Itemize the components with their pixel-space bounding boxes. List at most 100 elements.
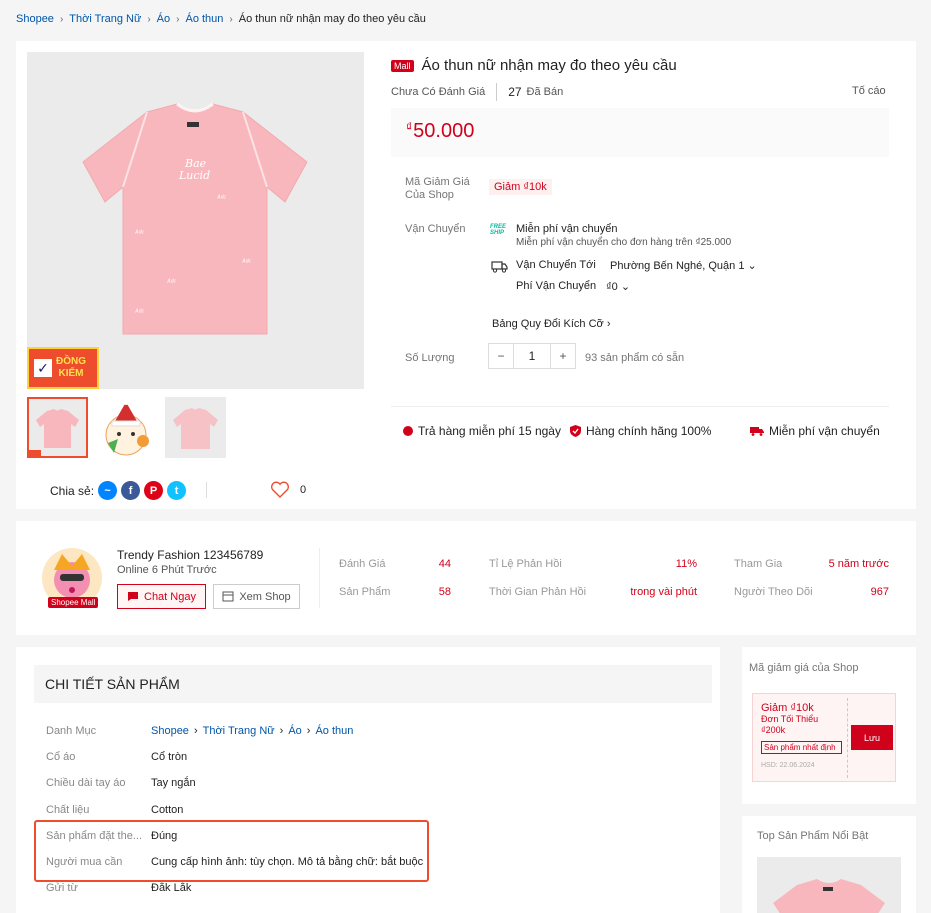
like-count: 0: [300, 484, 307, 496]
truck-icon: [750, 427, 764, 436]
thumbnail-3[interactable]: [165, 397, 226, 458]
store-icon: [222, 591, 234, 602]
product-main-image[interactable]: Bae Lucid ᴬᵈᶜ ᴬᵈᶜ ᴬᵈᶜ ᴬᵈᶜ ᴬᵈᶜ: [27, 52, 364, 389]
ship-to-label: Vận Chuyển Tới: [516, 259, 596, 271]
thumbnail-2[interactable]: [96, 397, 157, 458]
view-shop-label: Xem Shop: [239, 590, 291, 603]
thumbnail-1[interactable]: [27, 397, 88, 458]
chevron-right-icon: ›: [147, 13, 151, 25]
breadcrumb-tops[interactable]: Áo: [157, 13, 170, 25]
voucher-chip[interactable]: Giảm ₫10k: [489, 179, 552, 195]
voucher-min-order: Đơn Tối Thiểu ₫200k: [761, 714, 818, 736]
twitter-icon[interactable]: t: [167, 481, 187, 500]
stock-count: 93 sản phẩm có sẵn: [585, 352, 685, 364]
quantity-label: Số Lượng: [405, 352, 455, 364]
rating-row: Chưa Có Đánh Giá 27 Đã Bán: [391, 83, 563, 101]
shop-voucher-card: Mã giảm giá của Shop Giảm ₫10k Đơn Tối T…: [742, 647, 916, 804]
category-womens-fashion[interactable]: Thời Trang Nữ: [203, 725, 275, 737]
stat-products-value[interactable]: 58: [411, 586, 451, 598]
top-products-title: Top Sản Phẩm Nổi Bật: [757, 830, 869, 842]
category-shopee[interactable]: Shopee: [151, 725, 189, 737]
freeship-icon-line2: SHIP: [490, 230, 505, 236]
category-tshirts[interactable]: Áo thun: [315, 725, 353, 737]
chevron-down-icon: ⌄: [620, 281, 631, 293]
verified-badge: ✓ ĐỒNG KIỂM: [27, 347, 99, 389]
shield-icon: [570, 425, 581, 437]
quantity-input[interactable]: 1: [513, 344, 551, 368]
shopee-mall-badge: Shopee Mall: [48, 597, 99, 608]
shipping-label: Vận Chuyển: [405, 223, 466, 235]
price-value: 50.000: [413, 120, 475, 142]
guarantee-authentic: Hàng chính hãng 100%: [570, 424, 711, 438]
save-voucher-button[interactable]: Lưu: [851, 725, 893, 750]
breadcrumb-current: Áo thun nữ nhận may đo theo yêu cầu: [238, 13, 426, 25]
rating-divider: [496, 83, 498, 101]
category-label: Danh Mục: [46, 725, 97, 737]
ship-to-dropdown[interactable]: Phường Bến Nghé, Quận 1 ⌄: [610, 259, 757, 272]
rating-text[interactable]: Chưa Có Đánh Giá: [391, 86, 485, 98]
quantity-increment-button[interactable]: +: [551, 344, 575, 368]
svg-text:ᴬᵈᶜ: ᴬᵈᶜ: [217, 194, 226, 202]
voucher-min-label: Đơn Tối Thiểu: [761, 714, 819, 724]
return-icon: [403, 426, 413, 436]
detail-label-collar: Cổ áo: [46, 751, 76, 763]
size-guide-link[interactable]: Bảng Quy Đổi Kích Cỡ ›: [492, 318, 611, 330]
detail-value-collar: Cổ tròn: [151, 751, 188, 763]
messenger-icon[interactable]: ~: [98, 481, 118, 500]
price: ₫50.000: [406, 120, 474, 143]
shop-voucher-title: Mã giảm giá của Shop: [749, 662, 859, 674]
stat-ratings-label: Đánh Giá: [339, 558, 386, 570]
svg-text:ᴬᵈᶜ: ᴬᵈᶜ: [135, 229, 144, 237]
category-tops[interactable]: Áo: [288, 725, 301, 737]
currency-symbol: ₫: [406, 120, 413, 134]
shop-name: Trendy Fashion 123456789: [117, 548, 264, 562]
detail-label-ships-from: Gửi từ: [46, 882, 78, 894]
chat-now-label: Chat Ngay: [144, 590, 196, 603]
chevron-right-icon: ›: [176, 13, 180, 25]
stat-response-rate-value: 11%: [675, 558, 697, 570]
voucher-amount: Giảm ₫10k: [761, 702, 814, 714]
chevron-down-icon: ⌄: [747, 260, 757, 272]
truck-icon: [491, 261, 508, 273]
ship-fee-dropdown[interactable]: ₫0 ⌄: [606, 280, 630, 293]
product-card: Bae Lucid ᴬᵈᶜ ᴬᵈᶜ ᴬᵈᶜ ᴬᵈᶜ ᴬᵈᶜ ✓ ĐỒNG KIỂ…: [16, 41, 916, 509]
top-products-card: Top Sản Phẩm Nổi Bật: [742, 816, 916, 913]
category-breadcrumb: Shopee › Thời Trang Nữ › Áo › Áo thun: [151, 725, 353, 737]
breadcrumb-tshirts[interactable]: Áo thun: [185, 13, 223, 25]
like-button[interactable]: 0: [270, 481, 306, 499]
detail-label-sleeve: Chiều dài tay áo: [46, 777, 126, 789]
svg-text:ᴬᵈᶜ: ᴬᵈᶜ: [167, 278, 176, 286]
svg-text:ᴬᵈᶜ: ᴬᵈᶜ: [242, 258, 251, 266]
shop-divider: [319, 548, 320, 608]
guarantee-freeship: Miễn phí vận chuyển: [750, 424, 880, 438]
freeship-subtitle: Miễn phí vận chuyển cho đơn hàng trên ₫2…: [516, 237, 732, 248]
stat-ratings-value: 44: [438, 558, 451, 570]
heart-icon[interactable]: [270, 481, 290, 499]
pinterest-icon[interactable]: P: [144, 481, 164, 500]
report-link[interactable]: Tố cáo: [852, 85, 886, 97]
chevron-right-icon: ›: [229, 13, 233, 25]
stat-response-time-label: Thời Gian Phản Hồi: [489, 586, 587, 598]
top-product-image[interactable]: [757, 857, 901, 913]
highlight-box: [34, 820, 429, 882]
verified-badge-line1: ĐỒNG: [56, 356, 86, 367]
quantity-decrement-button[interactable]: −: [489, 344, 513, 368]
voucher-expiry: HSD: 22.06.2024: [761, 762, 815, 769]
chevron-right-icon: ›: [306, 725, 311, 737]
stat-followers-value: 967: [870, 586, 889, 598]
guarantee-divider: [391, 406, 889, 407]
price-box: ₫50.000: [391, 108, 889, 157]
stat-response-rate-label: Tỉ Lệ Phản Hồi: [489, 558, 562, 570]
breadcrumb-shopee[interactable]: Shopee: [16, 13, 54, 25]
voucher-ticket: Giảm ₫10k Đơn Tối Thiểu ₫200k Sản phẩm n…: [752, 693, 896, 782]
facebook-icon[interactable]: f: [121, 481, 141, 500]
ship-to-value: Phường Bến Nghé, Quận 1: [610, 260, 745, 272]
stat-joined-label: Tham Gia: [734, 558, 783, 570]
chat-now-button[interactable]: Chat Ngay: [117, 584, 206, 609]
svg-text:ᴬᵈᶜ: ᴬᵈᶜ: [135, 308, 144, 316]
guarantee-freeship-label: Miễn phí vận chuyển: [769, 424, 880, 438]
sold-count: 27: [508, 85, 522, 99]
share-bar: Chia sẻ: ~ f P t: [50, 481, 187, 500]
breadcrumb-womens-fashion[interactable]: Thời Trang Nữ: [69, 13, 141, 25]
view-shop-button[interactable]: Xem Shop: [213, 584, 300, 609]
